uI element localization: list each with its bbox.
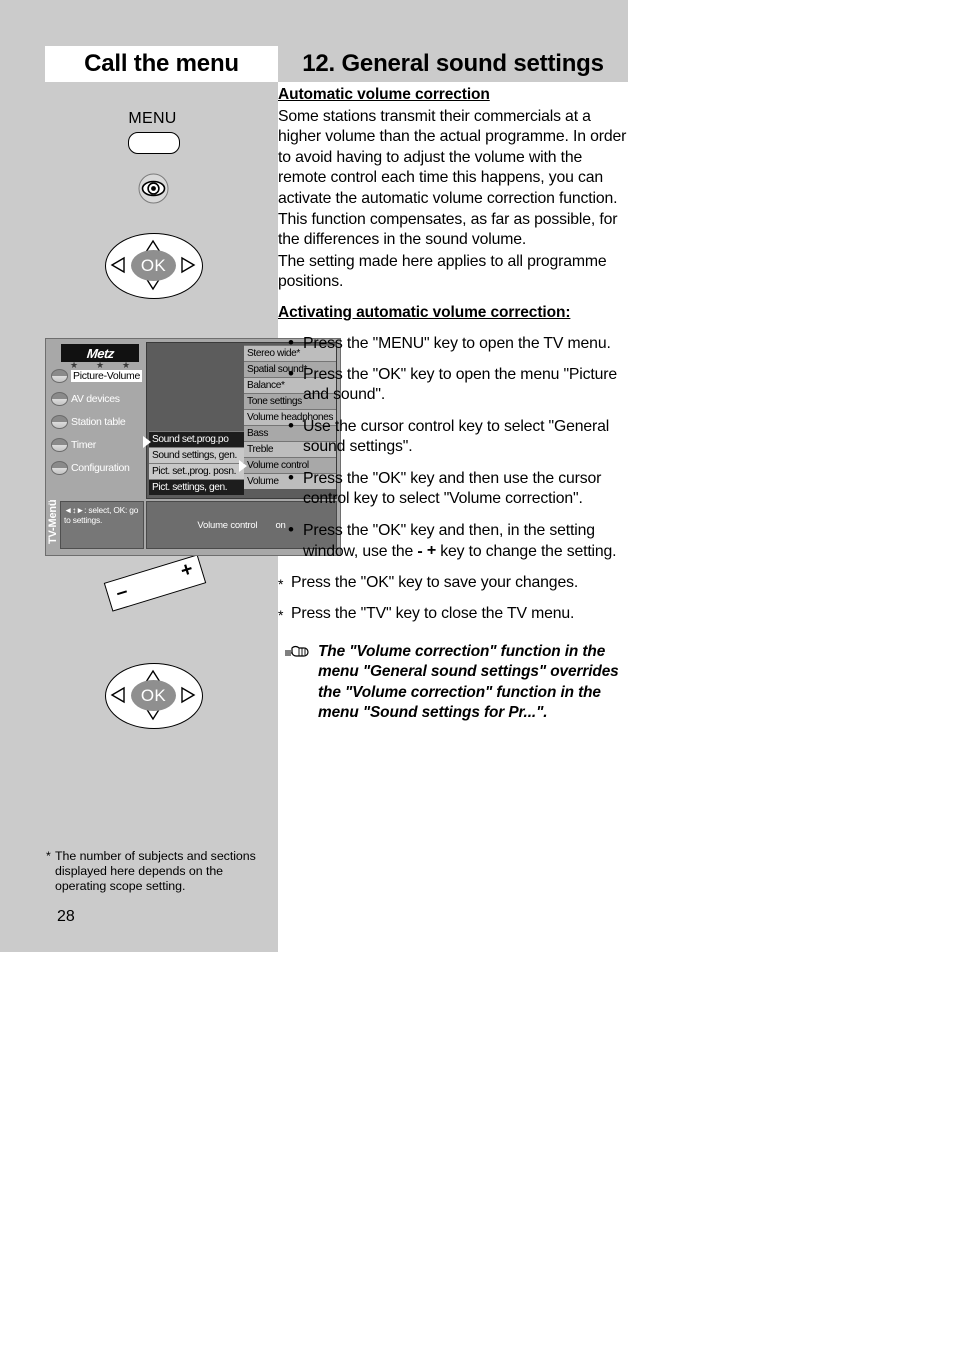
menu-key-button[interactable] — [128, 132, 180, 154]
menu-key-label: MENU — [128, 110, 177, 127]
cursor-left-icon-2 — [110, 686, 125, 704]
header-left: Call the menu — [45, 46, 278, 82]
footnote-star: * — [46, 849, 51, 863]
sidebar-label-av-devices: AV devices — [71, 392, 120, 405]
manual-page: Call the menu 12. General sound settings… — [0, 0, 954, 1351]
bullet-icon-4: • — [288, 467, 294, 487]
status-label: Volume control — [197, 519, 258, 531]
step-text-2: Press the "OK" key to open the menu "Pic… — [303, 366, 618, 404]
section-heading-activating: Activating automatic volume correction: — [278, 303, 571, 321]
sidebar-item-station-table[interactable]: Station table — [51, 414, 126, 429]
star-line-text-1: Press the "OK" key to save your changes. — [291, 574, 579, 592]
main-content: Automatic volume correction Some station… — [278, 86, 628, 723]
step-text-4: Press the "OK" key and then use the curs… — [303, 469, 602, 508]
disc-icon-2 — [51, 391, 68, 406]
key-plus-label: + — [426, 541, 437, 559]
sidebar-item-picture-volume[interactable]: Picture-Volume — [51, 368, 142, 383]
footnote: * The number of subjects and sections di… — [46, 849, 271, 894]
bullet-icon-5: • — [288, 519, 294, 539]
step-item-1: • Press the "MENU" key to open the TV me… — [278, 332, 628, 354]
rocker-minus-label: – — [113, 579, 131, 605]
disc-icon-3 — [51, 414, 68, 429]
step-item-5: • Press the "OK" key and then, in the se… — [278, 519, 628, 563]
paragraph-2: This function compensates, as far as pos… — [278, 211, 618, 249]
cursor-right-icon-2 — [181, 686, 196, 704]
star-line-text-2: Press the "TV" key to close the TV menu. — [291, 604, 575, 622]
sidebar-label-station-table: Station table — [71, 415, 126, 428]
note-text: The "Volume correction" function in the … — [318, 643, 619, 721]
step-item-4: • Press the "OK" key and then use the cu… — [278, 467, 628, 510]
tv-menu-vertical-label: TV-Menü — [47, 499, 59, 545]
header-right-title: 12. General sound settings — [302, 50, 604, 77]
rocker-plus-label: + — [177, 557, 196, 583]
paragraph-3: The setting made here applies to all pro… — [278, 252, 607, 291]
metz-wordmark: Metz — [85, 345, 115, 361]
bullet-icon-1: • — [288, 332, 294, 352]
star-bullet-icon-1: * — [278, 576, 284, 593]
disc-icon-5 — [51, 460, 68, 475]
step-text-5b: key to change the setting. — [440, 542, 617, 560]
header-left-title: Call the menu — [84, 50, 239, 77]
step-item-3: • Use the cursor control key to select "… — [278, 415, 628, 458]
section-heading-automatic-volume-correction: Automatic volume correction — [278, 86, 490, 103]
star-line-2: * Press the "TV" key to close the TV men… — [278, 604, 628, 624]
note-block: The "Volume correction" function in the … — [278, 642, 628, 723]
cursor-right-icon — [181, 256, 196, 274]
sidebar-label-configuration: Configuration — [71, 461, 130, 474]
sidebar-item-configuration[interactable]: Configuration — [51, 460, 130, 475]
page-number: 28 — [57, 908, 75, 925]
paragraph-1: Some stations transmit their commercials… — [278, 108, 627, 207]
menu-item-pict-set-prog-posn[interactable]: Pict. set.,prog. posn. — [149, 463, 244, 479]
sidebar-item-timer[interactable]: Timer — [51, 437, 96, 452]
ok-button-bottom[interactable]: OK — [131, 680, 176, 711]
key-minus-label: - — [417, 542, 423, 560]
pointing-hand-icon — [284, 644, 310, 660]
tv-menu-middle-column: Sound set.prog.po Sound settings, gen. P… — [149, 431, 244, 495]
tv-menu-help-box: ◄↕►: select, OK: go to settings. — [60, 501, 144, 549]
sidebar-label-picture-volume: Picture-Volume — [71, 369, 142, 382]
header-right: 12. General sound settings — [278, 46, 628, 82]
steps-list: • Press the "MENU" key to open the TV me… — [278, 332, 628, 563]
sidebar-label-timer: Timer — [71, 438, 96, 451]
selection-pointer-middle-icon — [143, 436, 151, 448]
step-text-3: Use the cursor control key to select "Ge… — [303, 417, 610, 456]
disc-icon-4 — [51, 437, 68, 452]
sidebar-item-av-devices[interactable]: AV devices — [51, 391, 120, 406]
footnote-text: The number of subjects and sections disp… — [55, 849, 256, 893]
menu-item-sound-settings-gen[interactable]: Sound settings, gen. — [149, 447, 244, 463]
disc-icon-1 — [51, 368, 68, 383]
eye-icon — [138, 173, 169, 204]
cursor-control-ring-top[interactable]: OK — [105, 233, 205, 301]
selection-pointer-right-icon — [239, 460, 247, 472]
menu-item-pict-settings-gen[interactable]: Pict. settings, gen. — [149, 479, 244, 495]
tv-menu-sidebar: Metz ★ ★ ★ Picture-Volume AV devices Sta… — [49, 342, 145, 499]
cursor-control-ring-bottom[interactable]: OK — [105, 663, 205, 731]
step-text-1: Press the "MENU" key to open the TV menu… — [303, 334, 611, 352]
bullet-icon-2: • — [288, 364, 294, 384]
bullet-icon-3: • — [288, 415, 294, 435]
star-line-1: * Press the "OK" key to save your change… — [278, 573, 628, 593]
menu-item-sound-set-prog-po[interactable]: Sound set.prog.po — [149, 431, 244, 447]
step-item-2: • Press the "OK" key to open the menu "P… — [278, 364, 628, 406]
cursor-left-icon — [110, 256, 125, 274]
ok-button-top[interactable]: OK — [131, 250, 176, 281]
star-bullet-icon-2: * — [278, 606, 284, 623]
